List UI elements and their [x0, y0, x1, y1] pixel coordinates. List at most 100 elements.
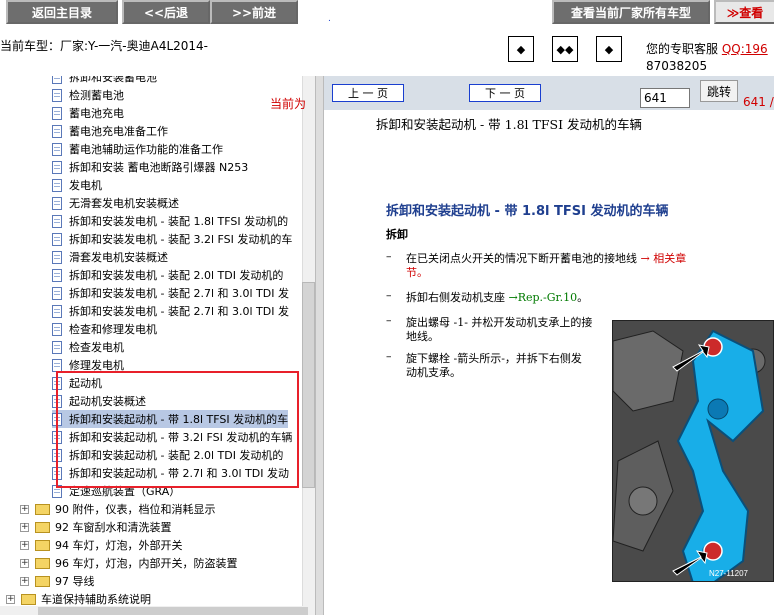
tree-folder[interactable]: +96 车灯，灯泡，内部开关，防盗装置 — [20, 554, 238, 572]
expand-icon[interactable]: + — [20, 576, 29, 586]
expand-icon[interactable]: + — [6, 594, 15, 604]
tree-folder-label: 97 导线 — [55, 575, 95, 588]
forward-button[interactable]: >>前进 — [210, 0, 298, 24]
tree-item[interactable]: 拆卸和安装发电机 - 装配 2.7l 和 3.0l TDI 发 — [52, 302, 289, 320]
section-heading: 拆卸 — [386, 228, 408, 241]
tree-item-label: 蓄电池充电 — [69, 107, 124, 120]
document-icon — [52, 106, 62, 120]
tree-folder-label: 96 车灯，灯泡，内部开关，防盗装置 — [55, 557, 238, 570]
expand-icon[interactable]: + — [20, 540, 29, 550]
tree-folder[interactable]: + 车道保持辅助系统说明 — [6, 590, 151, 606]
navigation-tree: 拆卸和安装蓄电池检测蓄电池蓄电池充电蓄电池充电准备工作蓄电池辅助运作功能的准备工… — [0, 76, 302, 606]
tree-vertical-scroll-thumb[interactable] — [302, 282, 315, 488]
tree-folder-label: 92 车窗刮水和清洗装置 — [55, 521, 172, 534]
tree-item-label: 拆卸和安装蓄电池 — [69, 76, 157, 84]
tree-item[interactable]: 发电机 — [52, 176, 102, 194]
folder-icon — [35, 521, 50, 533]
document-icon — [52, 358, 62, 372]
expand-icon[interactable]: + — [20, 558, 29, 568]
document-icon — [52, 304, 62, 318]
step-1-text: 在已关闭点火开关的情况下断开蓄电池的接地线 → 相关章 — [406, 252, 687, 265]
chapter-link[interactable]: → 相关章 — [641, 252, 687, 265]
expand-icon[interactable]: + — [20, 504, 29, 514]
expand-icon[interactable]: + — [20, 522, 29, 532]
rep-gr10-link[interactable]: →Rep.-Gr.10 — [509, 291, 578, 304]
tree-item[interactable]: 拆卸和安装发电机 - 装配 2.7l 和 3.0l TDI 发 — [52, 284, 289, 302]
tree-item[interactable]: 检查和修理发电机 — [52, 320, 157, 338]
tree-item-label: 检测蓄电池 — [69, 89, 124, 102]
folder-icon — [21, 593, 36, 605]
tree-folder[interactable]: +90 附件，仪表，档位和消耗显示 — [20, 500, 216, 518]
customer-service: 您的专职客服 QQ:196 — [646, 40, 768, 57]
page-number-input[interactable] — [640, 88, 690, 108]
tree-item-label: 蓄电池充电准备工作 — [69, 125, 168, 138]
current-page-label: 当前为 — [270, 97, 307, 111]
step-dash: – — [386, 289, 392, 302]
service-label: 您的专职客服 — [646, 42, 719, 56]
tree-item[interactable]: 蓄电池充电准备工作 — [52, 122, 168, 140]
tree-item-label: 拆卸和安装发电机 - 装配 2.7l 和 3.0l TDI 发 — [69, 287, 289, 300]
layout-toggle-split-icon[interactable]: ◆◆ — [552, 36, 578, 62]
tree-folder-label: 94 车灯，灯泡，外部开关 — [55, 539, 183, 552]
step-2-text: 拆卸右侧发动机支座 →Rep.-Gr.10。 — [406, 291, 589, 304]
document-icon — [52, 124, 62, 138]
tree-folder[interactable]: +97 导线 — [20, 572, 95, 590]
document-view: 拆卸和安装起动机 - 带 1.8l TFSI 发动机的车辆 拆卸和安装起动机 -… — [324, 110, 774, 615]
tree-folder[interactable]: +92 车窗刮水和清洗装置 — [20, 518, 172, 536]
document-icon — [52, 340, 62, 354]
tree-item-label: 拆卸和安装发电机 - 装配 1.8l TFSI 发动机的 — [69, 215, 289, 228]
engine-mount-diagram: N27-11207 — [612, 320, 774, 582]
layout-toggle-right-icon[interactable]: ◆ — [596, 36, 622, 62]
tree-folder[interactable]: +94 车灯，灯泡，外部开关 — [20, 536, 183, 554]
document-icon — [52, 286, 62, 300]
highlight-box — [56, 371, 299, 488]
layout-toggle-left-icon[interactable]: ◆ — [508, 36, 534, 62]
document-icon — [52, 214, 62, 228]
step-dash: – — [386, 314, 392, 327]
prev-page-button[interactable]: 上 一 页 — [332, 84, 404, 102]
step-3-text-cont: 地线。 — [406, 330, 439, 343]
tree-item[interactable]: 蓄电池辅助运作功能的准备工作 — [52, 140, 223, 158]
step-dash: – — [386, 250, 392, 263]
back-button[interactable]: <<后退 — [122, 0, 210, 24]
tree-item[interactable]: 无滑套发电机安装概述 — [52, 194, 179, 212]
service-phone: 87038205 — [646, 59, 708, 73]
folder-icon — [35, 503, 50, 515]
tree-item[interactable]: 检测蓄电池 — [52, 86, 124, 104]
folder-icon — [35, 539, 50, 551]
page-total: 641 / — [743, 95, 774, 109]
pane-splitter[interactable] — [315, 76, 324, 615]
document-icon — [52, 88, 62, 102]
tree-item[interactable]: 拆卸和安装发电机 - 装配 2.0l TDI 发动机的 — [52, 266, 283, 284]
folder-icon — [35, 575, 50, 587]
document-title: 拆卸和安装起动机 - 带 1.8l TFSI 发动机的车辆 — [376, 117, 642, 132]
tree-item[interactable]: 拆卸和安装发电机 - 装配 3.2l FSI 发动机的车 — [52, 230, 292, 248]
tree-item[interactable]: 拆卸和安装 蓄电池断路引爆器 N253 — [52, 158, 248, 176]
tree-item-label: 发电机 — [69, 179, 102, 192]
tree-item-label: 拆卸和安装 蓄电池断路引爆器 N253 — [69, 161, 249, 174]
engine-mount-drawing: N27-11207 — [613, 321, 773, 581]
check-button[interactable]: ≫查看 — [714, 0, 774, 24]
tree-item-label: 拆卸和安装发电机 - 装配 3.2l FSI 发动机的车 — [69, 233, 293, 246]
qq-link[interactable]: QQ:196 — [722, 42, 768, 56]
tree-item[interactable]: 蓄电池充电 — [52, 104, 124, 122]
tree-item[interactable]: 滑套发电机安装概述 — [52, 248, 168, 266]
tree-item-label: 检查和修理发电机 — [69, 323, 157, 336]
tree-item-label: 检查发电机 — [69, 341, 124, 354]
next-page-button[interactable]: 下 一 页 — [469, 84, 541, 102]
tree-item-label: 拆卸和安装发电机 - 装配 2.0l TDI 发动机的 — [69, 269, 284, 282]
tree-item[interactable]: 拆卸和安装蓄电池 — [52, 76, 157, 86]
tree-item[interactable]: 拆卸和安装发电机 - 装配 1.8l TFSI 发动机的 — [52, 212, 288, 230]
tree-item-label: 无滑套发电机安装概述 — [69, 197, 179, 210]
all-models-button[interactable]: 查看当前厂家所有车型 — [552, 0, 710, 24]
home-button[interactable]: 返回主目录 — [6, 0, 118, 24]
tree-item[interactable]: 检查发电机 — [52, 338, 124, 356]
document-icon — [52, 322, 62, 336]
document-icon — [52, 178, 62, 192]
document-icon — [52, 232, 62, 246]
tree-horizontal-scroll-thumb[interactable] — [38, 607, 308, 615]
document-icon — [52, 76, 62, 84]
document-icon — [52, 268, 62, 282]
tree-folder-label: 90 附件，仪表，档位和消耗显示 — [55, 503, 216, 516]
go-button[interactable]: 跳转 — [700, 80, 738, 102]
